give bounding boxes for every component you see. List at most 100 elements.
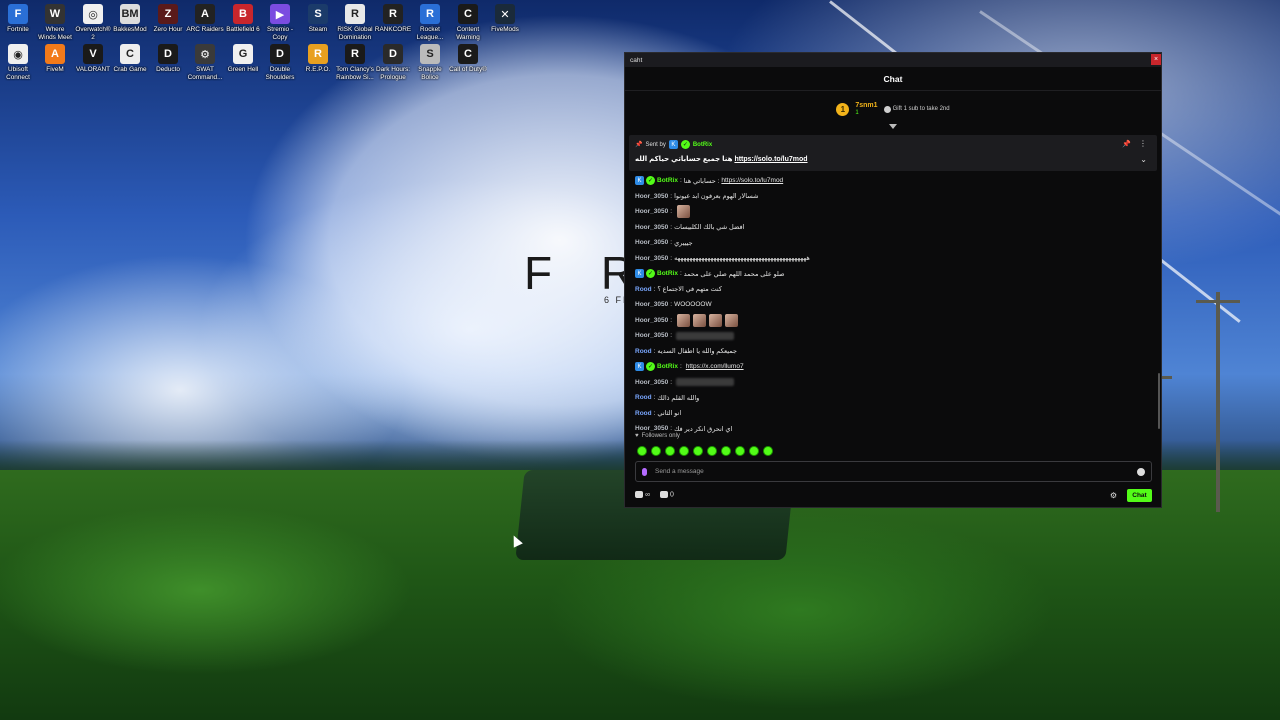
username-separator: : bbox=[670, 425, 673, 433]
quick-emote-icon[interactable] bbox=[735, 446, 745, 456]
desktop-shortcut[interactable]: R RANKCORE bbox=[374, 0, 412, 34]
gift-hint-text: Gift 1 sub to take 2nd bbox=[892, 106, 950, 112]
chat-username[interactable]: Hoor_3050 bbox=[635, 301, 668, 308]
chat-message: Hoor_3050: شسالار الهوم بعرفون ابد عيونوا bbox=[635, 189, 1155, 205]
chat-username[interactable]: Hoor_3050 bbox=[635, 255, 668, 262]
send-chat-button[interactable]: Chat bbox=[1127, 488, 1152, 502]
quick-emote-icon[interactable] bbox=[707, 446, 717, 456]
desktop-shortcut-label: Zero Hour bbox=[153, 26, 183, 33]
emoji-picker-icon[interactable] bbox=[1137, 467, 1145, 476]
chat-username[interactable]: BotRix bbox=[657, 270, 678, 277]
desktop-shortcut-label: SWAT Command... bbox=[187, 66, 223, 81]
chat-message-link[interactable]: https://solo.to/lu7mod bbox=[721, 177, 783, 184]
gear-icon[interactable]: ⚙ bbox=[1110, 491, 1117, 500]
message-input[interactable] bbox=[655, 468, 1137, 475]
viewers-indicator[interactable]: ∞ bbox=[635, 491, 650, 499]
chat-username[interactable]: Hoor_3050 bbox=[635, 332, 668, 339]
close-button[interactable]: × bbox=[1151, 54, 1161, 65]
desktop-shortcut[interactable]: V VALORANT bbox=[74, 40, 112, 74]
valorant-icon: V bbox=[83, 44, 103, 64]
chat-username[interactable]: Hoor_3050 bbox=[635, 208, 668, 215]
chat-username[interactable]: BotRix bbox=[657, 363, 678, 370]
desktop-shortcut[interactable]: C Content Warning bbox=[449, 0, 487, 41]
chat-message-text: اي انحرق انكر دير فك bbox=[674, 425, 733, 433]
chevron-down-icon[interactable]: ⌄ bbox=[1140, 155, 1147, 164]
chat-username[interactable]: Hoor_3050 bbox=[635, 379, 668, 386]
pinned-sender[interactable]: BotRix bbox=[693, 142, 712, 148]
gifts-indicator[interactable]: 0 bbox=[660, 491, 674, 499]
desktop-shortcut[interactable]: R R.E.P.O. bbox=[299, 40, 337, 74]
desktop-shortcut[interactable]: S Steam bbox=[299, 0, 337, 34]
kick-badge-icon: K bbox=[635, 362, 644, 372]
message-list[interactable]: K ✓ BotRix: حساباتي هنا : https://solo.to/lu… bbox=[635, 173, 1155, 435]
username-separator: : bbox=[653, 347, 656, 355]
chat-username[interactable]: Rood bbox=[635, 394, 652, 401]
quick-emote-icon[interactable] bbox=[721, 446, 731, 456]
username-separator: : bbox=[670, 208, 673, 216]
chat-username[interactable]: Hoor_3050 bbox=[635, 239, 668, 246]
emote-icon[interactable] bbox=[693, 313, 707, 327]
desktop-shortcut-label: Stremio - Copy bbox=[267, 26, 293, 41]
desktop-shortcut-label: Tom Clancy's Rainbow Si... bbox=[336, 66, 374, 81]
chat-username[interactable]: Hoor_3050 bbox=[635, 425, 668, 432]
quick-emote-icon[interactable] bbox=[679, 446, 689, 456]
users-icon bbox=[635, 491, 643, 499]
desktop-shortcut[interactable]: C Crab Game bbox=[111, 40, 149, 74]
desktop-shortcut[interactable]: R Tom Clancy's Rainbow Si... bbox=[336, 40, 374, 81]
top-gifter-banner[interactable]: 1 7snm1 1 Gift 1 sub to take 2nd bbox=[625, 91, 1161, 129]
desktop-shortcut[interactable]: D Deducto bbox=[149, 40, 187, 74]
chat-username[interactable]: Hoor_3050 bbox=[635, 224, 668, 231]
desktop-shortcut[interactable]: A FiveM bbox=[36, 40, 74, 74]
desktop-shortcut[interactable]: G Green Hell bbox=[224, 40, 262, 74]
desktop-shortcut[interactable]: R Rocket League... bbox=[411, 0, 449, 41]
quick-emote-icon[interactable] bbox=[693, 446, 703, 456]
chat-message: Rood: والله القلم ذالك bbox=[635, 390, 1155, 406]
desktop-shortcut[interactable]: ✕ FiveMods bbox=[486, 0, 524, 34]
swat-icon: ⚙ bbox=[195, 44, 215, 64]
desktop-shortcut[interactable]: D Double Shoulders bbox=[261, 40, 299, 81]
emote-icon[interactable] bbox=[709, 313, 723, 327]
window-titlebar[interactable]: caht × bbox=[625, 53, 1161, 67]
rankcore-icon: R bbox=[383, 4, 403, 24]
username-separator: : bbox=[670, 254, 673, 262]
desktop-shortcut[interactable]: A ARC Raiders bbox=[186, 0, 224, 34]
desktop-shortcut[interactable]: R RISK Global Domination bbox=[336, 0, 374, 41]
desktop-shortcut[interactable]: ▶ Stremio - Copy bbox=[261, 0, 299, 41]
unpin-icon[interactable]: 📌 bbox=[1122, 140, 1131, 148]
desktop-shortcut[interactable]: ⚙ SWAT Command... bbox=[186, 40, 224, 81]
chat-username[interactable]: Hoor_3050 bbox=[635, 317, 668, 324]
pinned-link[interactable]: https://solo.to/lu7mod bbox=[734, 156, 807, 163]
chat-scrollbar[interactable] bbox=[1158, 373, 1160, 429]
quick-emote-icon[interactable] bbox=[651, 446, 661, 456]
more-options-icon[interactable]: ⋮ bbox=[1139, 139, 1147, 148]
quick-emote-icon[interactable] bbox=[763, 446, 773, 456]
desktop-shortcut[interactable]: ◎ Overwatch® 2 bbox=[74, 0, 112, 41]
emote-icon[interactable] bbox=[677, 313, 691, 327]
expand-arrow-icon[interactable] bbox=[889, 124, 897, 129]
mic-icon[interactable] bbox=[642, 467, 647, 476]
desktop-shortcut[interactable]: B Battlefield 6 bbox=[224, 0, 262, 34]
desktop-shortcut[interactable]: W Where Winds Meet bbox=[36, 0, 74, 41]
desktop-shortcut[interactable]: ◉ Ubisoft Connect bbox=[0, 40, 37, 81]
quick-emote-icon[interactable] bbox=[637, 446, 647, 456]
desktop-shortcut[interactable]: D Dark Hours: Prologue bbox=[374, 40, 412, 81]
chat-username[interactable]: Rood bbox=[635, 348, 652, 355]
emote-icon[interactable] bbox=[677, 205, 691, 219]
desktop-shortcut[interactable]: BM BakkesMod bbox=[111, 0, 149, 34]
username-separator: : bbox=[679, 363, 682, 371]
quick-emote-icon[interactable] bbox=[665, 446, 675, 456]
chat-username[interactable]: Hoor_3050 bbox=[635, 193, 668, 200]
chat-username[interactable]: Rood bbox=[635, 410, 652, 417]
desktop-shortcut-label: Where Winds Meet bbox=[38, 26, 72, 41]
desktop-shortcut[interactable]: S Snapple Bolice bbox=[411, 40, 449, 81]
desktop-shortcut[interactable]: Z Zero Hour bbox=[149, 0, 187, 34]
chat-message-link[interactable]: https://x.com/llumo7 bbox=[686, 363, 744, 370]
message-input-box[interactable] bbox=[635, 461, 1152, 482]
desktop-shortcut[interactable]: C Call of Duty® bbox=[449, 40, 487, 74]
chat-username[interactable]: Rood bbox=[635, 286, 652, 293]
chat-message: Rood: كنت متهم في الاجتماع ؟ bbox=[635, 282, 1155, 298]
emote-icon[interactable] bbox=[725, 313, 739, 327]
desktop-shortcut[interactable]: F Fortnite bbox=[0, 0, 37, 34]
chat-username[interactable]: BotRix bbox=[657, 177, 678, 184]
quick-emote-icon[interactable] bbox=[749, 446, 759, 456]
